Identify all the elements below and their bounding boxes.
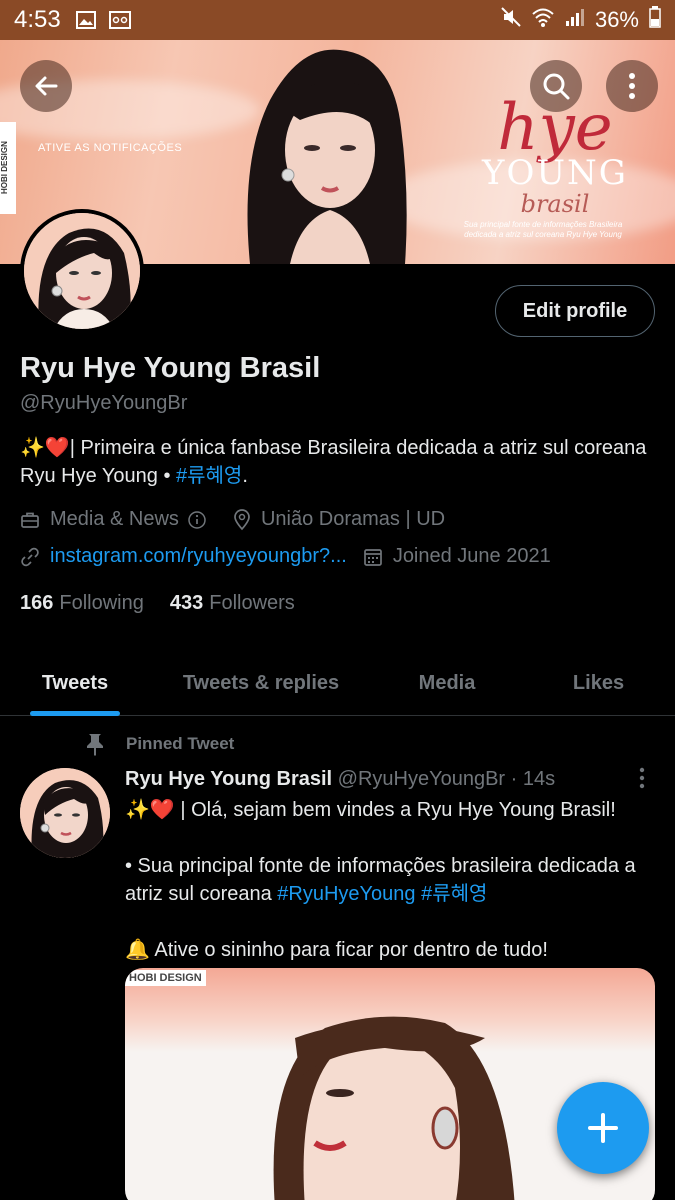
tweet-time[interactable]: · 14s [511, 768, 555, 790]
profile-meta-row-1: Media & News União Doramas | UD [20, 508, 461, 531]
followers-link[interactable]: 433 Followers [170, 592, 295, 615]
status-bar: 4:53 36% [0, 0, 675, 40]
briefcase-icon [21, 512, 39, 528]
following-label: Following [59, 592, 144, 614]
status-time: 4:53 [14, 6, 61, 33]
bio-suffix: . [242, 465, 248, 487]
search-button[interactable] [530, 60, 582, 112]
location: União Doramas | UD [233, 508, 445, 531]
followers-count: 433 [169, 592, 204, 614]
tweet-author-name[interactable]: Ryu Hye Young Brasil [125, 768, 332, 790]
brand-brasil-text: brasil [520, 190, 590, 218]
info-icon[interactable] [187, 510, 207, 530]
tweet-more-icon[interactable] [636, 766, 648, 790]
tweet-blank [125, 908, 655, 936]
bio-text: ✨❤️| Primeira e única fanbase Brasileira… [20, 437, 647, 487]
plus-icon [588, 1113, 618, 1143]
following-link[interactable]: 166 Following [20, 592, 144, 615]
compose-tweet-button[interactable] [557, 1082, 649, 1174]
mute-icon [501, 7, 521, 33]
banner-tagline: Sua principal fonte de informações Brasi… [463, 220, 623, 239]
link-icon [21, 547, 39, 566]
location-text: União Doramas | UD [260, 508, 446, 530]
banner-portrait [247, 49, 407, 264]
following-count: 166 [20, 592, 54, 614]
avatar-portrait [24, 213, 140, 329]
profile-meta-row-2: instagram.com/ryuhyeyoungbr?... Joined J… [20, 545, 567, 568]
tweet-header: Ryu Hye Young Brasil @RyuHyeYoungBr · 14… [125, 768, 555, 791]
brand-young-text: YOUNG [482, 153, 628, 193]
voicemail-icon [108, 10, 131, 30]
more-options-button[interactable] [606, 60, 658, 112]
bio-hashtag[interactable]: #류혜영 [176, 465, 242, 487]
banner-notification-text: ATIVE AS NOTIFICAÇÕES [38, 142, 183, 154]
banner-brand: hye YOUNG brasil [480, 96, 630, 218]
tweet-author-handle[interactable]: @RyuHyeYoungBr [338, 768, 505, 790]
tweet-author-avatar[interactable] [20, 768, 110, 858]
category-text: Media & News [50, 508, 179, 530]
joined-text: Joined June 2021 [392, 545, 551, 567]
tweet-line-1: ✨❤️ | Olá, sejam bem vindes a Ryu Hye Yo… [125, 799, 616, 821]
calendar-icon [363, 548, 382, 566]
tab-likes[interactable]: Likes [522, 650, 675, 716]
follow-stats: 166 Following 433 Followers [20, 592, 295, 615]
battery-percent: 36% [594, 7, 639, 32]
hashtag-korean[interactable]: #류혜영 [421, 883, 487, 905]
location-pin-icon [234, 508, 250, 530]
pinned-indicator: Pinned Tweet [84, 732, 234, 756]
joined-date: Joined June 2021 [363, 545, 551, 568]
tweet-line-3: 🔔 Ative o sininho para ficar por dentro … [125, 939, 548, 961]
profile-avatar[interactable] [20, 209, 144, 333]
tweet-line-2: • Sua principal fonte de informações bra… [125, 852, 655, 908]
profile-tabs: Tweets Tweets & replies Media Likes [0, 650, 675, 716]
hashtag-ryuhyeyoung[interactable]: #RyuHyeYoung [277, 883, 415, 905]
website[interactable]: instagram.com/ryuhyeyoungbr?... [20, 545, 347, 568]
battery-icon [649, 6, 661, 34]
profile-handle: @RyuHyeYoungBr [20, 392, 188, 414]
tab-tweets-replies[interactable]: Tweets & replies [150, 650, 372, 716]
search-icon [543, 73, 570, 100]
edit-profile-button[interactable]: Edit profile [495, 285, 655, 337]
website-link[interactable]: instagram.com/ryuhyeyoungbr?... [50, 545, 347, 568]
category: Media & News [20, 508, 217, 531]
tab-tweets[interactable]: Tweets [0, 650, 150, 716]
gallery-icon [75, 10, 97, 30]
tab-media[interactable]: Media [372, 650, 522, 716]
back-button[interactable] [20, 60, 72, 112]
tweet-blank [125, 824, 655, 852]
signal-icon [565, 7, 585, 33]
followers-label: Followers [209, 592, 295, 614]
more-vertical-icon [629, 73, 635, 99]
profile-bio: ✨❤️| Primeira e única fanbase Brasileira… [20, 434, 650, 490]
wifi-icon [531, 7, 555, 33]
tweet-body: ✨❤️ | Olá, sejam bem vindes a Ryu Hye Yo… [125, 796, 655, 964]
back-arrow-icon [35, 76, 58, 96]
profile-name: Ryu Hye Young Brasil [20, 352, 321, 384]
tweet-avatar-portrait [20, 768, 110, 858]
banner-watermark: HOBI DESIGN [0, 122, 16, 214]
pinned-label: Pinned Tweet [126, 734, 235, 753]
pin-icon [87, 734, 103, 756]
